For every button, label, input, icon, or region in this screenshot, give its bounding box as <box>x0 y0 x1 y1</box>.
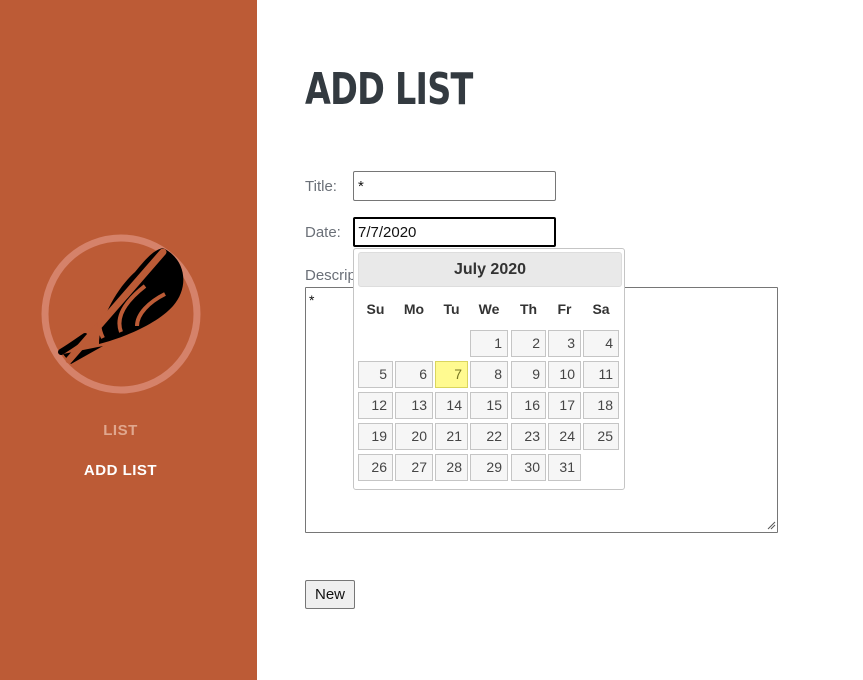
weekday-header: Fr <box>557 301 572 317</box>
datepicker-day[interactable]: 24 <box>548 423 581 450</box>
title-label: Title: <box>305 178 337 195</box>
datepicker-day[interactable]: 14 <box>435 392 468 419</box>
datepicker-day[interactable]: 27 <box>395 454 433 481</box>
datepicker-day[interactable]: 20 <box>395 423 433 450</box>
weekday-header: Tu <box>443 301 460 317</box>
nav-item-list[interactable]: LIST <box>0 422 241 439</box>
datepicker-day[interactable]: 18 <box>583 392 619 419</box>
datepicker-day[interactable]: 4 <box>583 330 619 357</box>
datepicker-day[interactable]: 10 <box>548 361 581 388</box>
datepicker-day[interactable]: 22 <box>470 423 508 450</box>
weekday-header: Th <box>519 301 538 317</box>
weekday-header: Su <box>366 301 385 317</box>
weekday-header: We <box>478 301 500 317</box>
new-button[interactable]: New <box>305 580 355 609</box>
datepicker-day[interactable]: 31 <box>548 454 581 481</box>
sidebar: LIST ADD LIST <box>0 0 257 680</box>
datepicker-day[interactable]: 17 <box>548 392 581 419</box>
datepicker-day[interactable]: 8 <box>470 361 508 388</box>
page-title: ADD LIST <box>305 64 473 115</box>
date-input[interactable] <box>353 217 556 247</box>
datepicker-day[interactable]: 21 <box>435 423 468 450</box>
title-input[interactable] <box>353 171 556 201</box>
datepicker-day[interactable]: 25 <box>583 423 619 450</box>
datepicker-day[interactable]: 16 <box>511 392 546 419</box>
resize-grip-icon[interactable] <box>767 521 776 530</box>
date-label: Date: <box>305 224 341 241</box>
datepicker-day[interactable]: 23 <box>511 423 546 450</box>
datepicker-day[interactable]: 15 <box>470 392 508 419</box>
datepicker-day[interactable]: 30 <box>511 454 546 481</box>
datepicker-popup: July 2020 Su Mo Tu We Th Fr Sa 1 2 3 4 5 6 7 8 9 10 11 12 1… <box>353 248 625 490</box>
datepicker-day[interactable]: 5 <box>358 361 393 388</box>
feather-paddle-logo-icon <box>41 234 201 394</box>
datepicker-day-selected[interactable]: 7 <box>435 361 468 388</box>
datepicker-day[interactable]: 1 <box>470 330 508 357</box>
datepicker-day[interactable]: 6 <box>395 361 433 388</box>
datepicker-day[interactable]: 28 <box>435 454 468 481</box>
datepicker-day[interactable]: 12 <box>358 392 393 419</box>
description-label: Descrip <box>305 267 356 284</box>
weekday-header: Sa <box>592 301 610 317</box>
datepicker-month-title: July 2020 <box>358 252 622 287</box>
nav-item-add-list[interactable]: ADD LIST <box>0 462 241 479</box>
datepicker-day[interactable]: 11 <box>583 361 619 388</box>
datepicker-day[interactable]: 9 <box>511 361 546 388</box>
datepicker-day[interactable]: 19 <box>358 423 393 450</box>
weekday-header: Mo <box>403 301 425 317</box>
datepicker-day[interactable]: 29 <box>470 454 508 481</box>
datepicker-day[interactable]: 13 <box>395 392 433 419</box>
datepicker-day[interactable]: 26 <box>358 454 393 481</box>
datepicker-day[interactable]: 3 <box>548 330 581 357</box>
datepicker-day[interactable]: 2 <box>511 330 546 357</box>
